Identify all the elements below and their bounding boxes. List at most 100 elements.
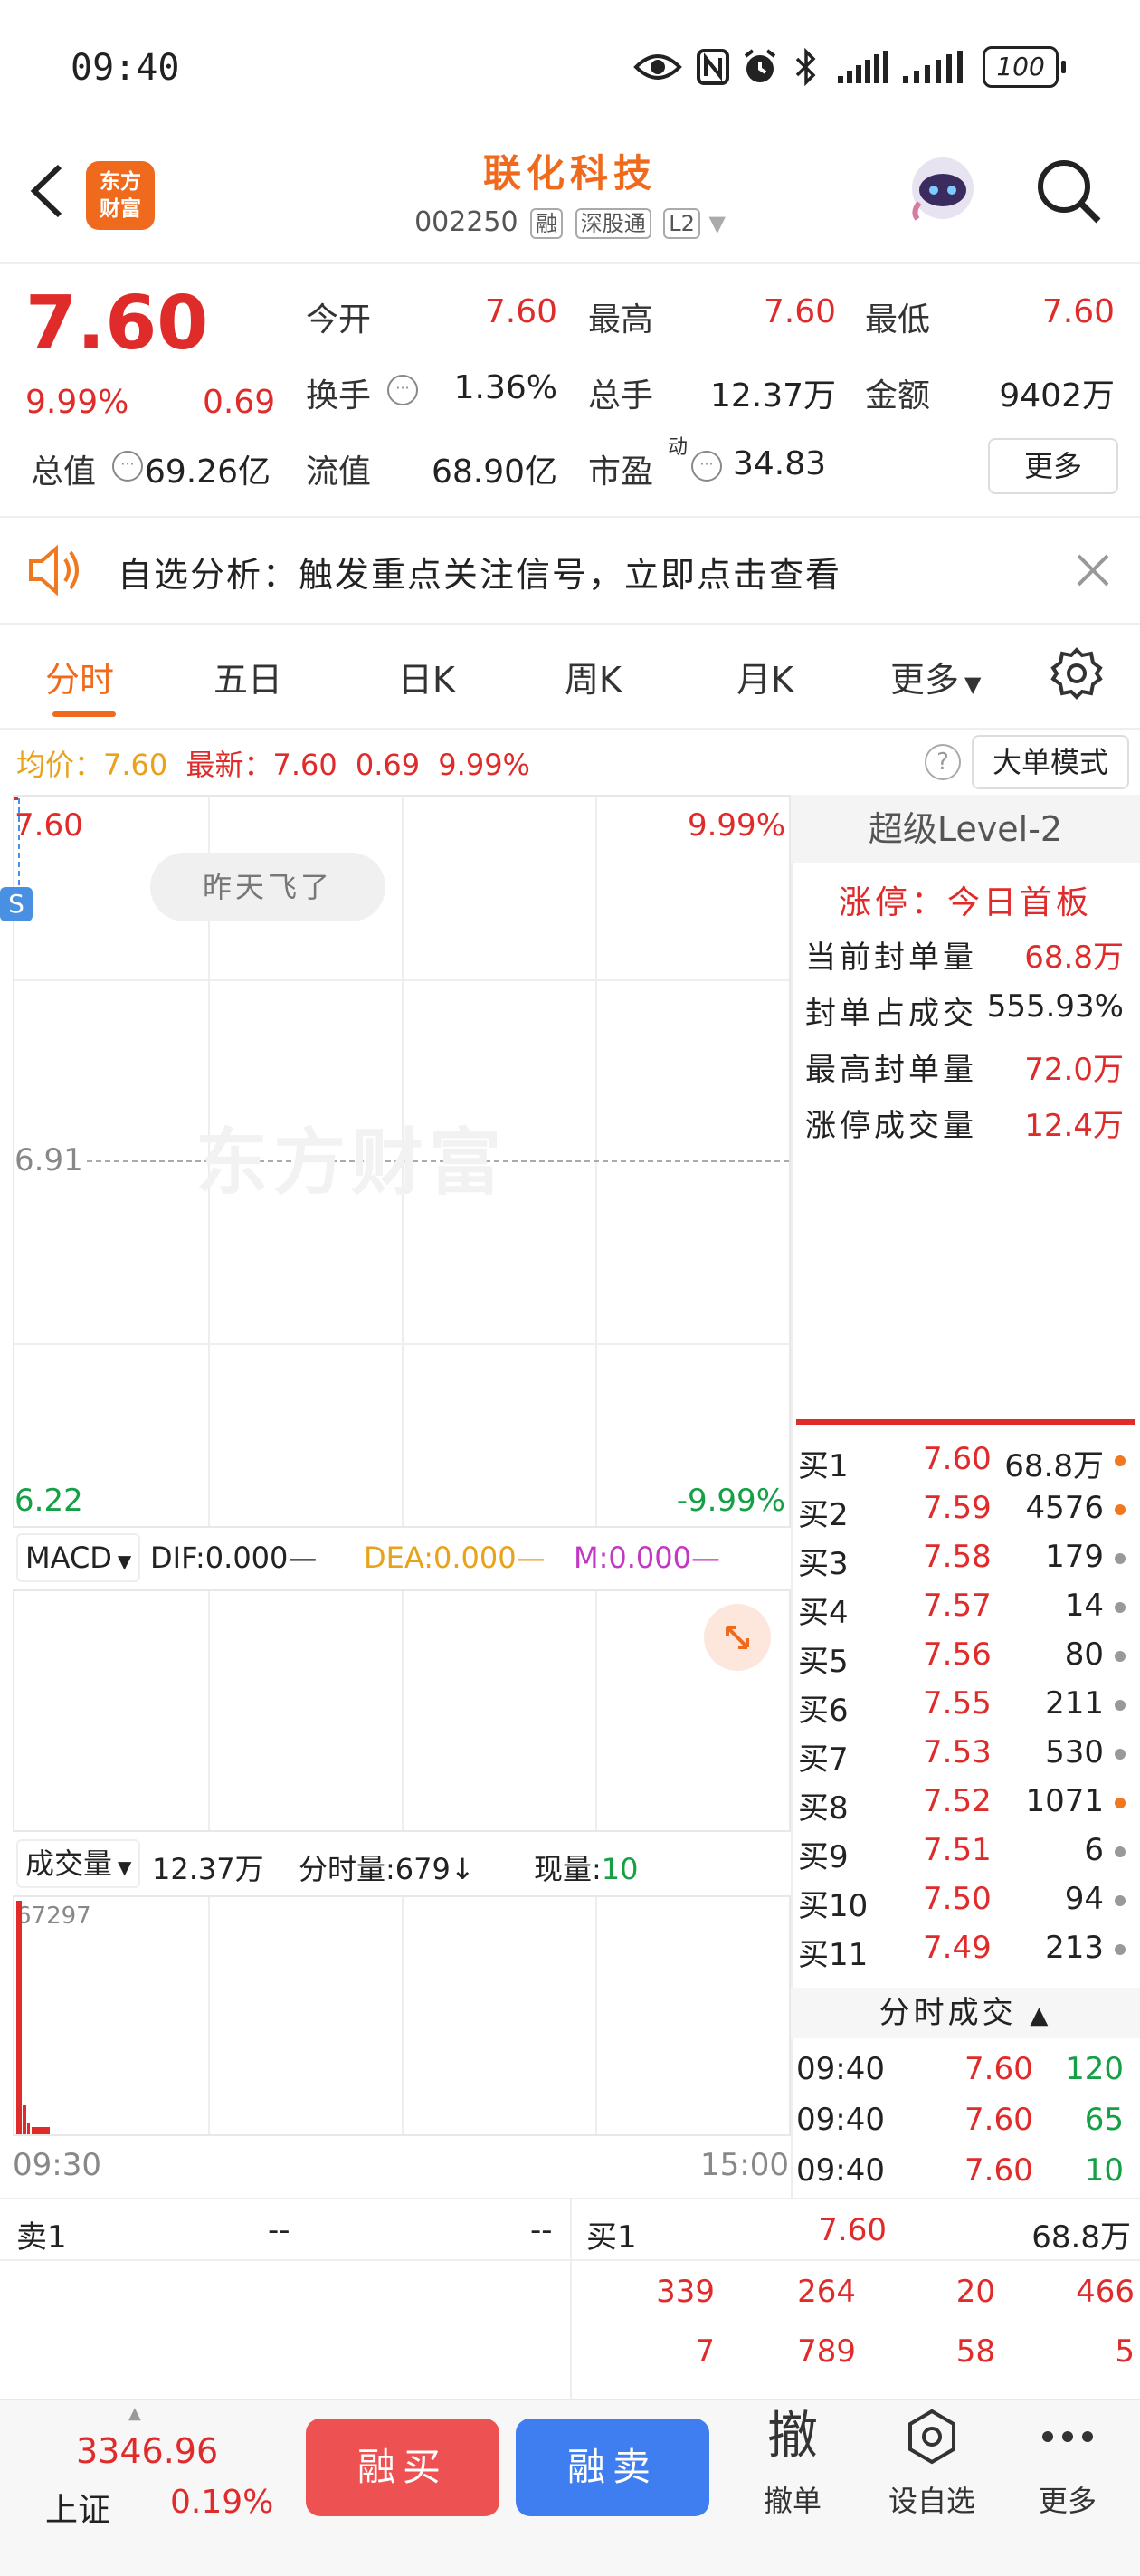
order-book-row[interactable]: 买6 7.55 211 (796, 1685, 1131, 1734)
high-label: 最高 (588, 301, 654, 339)
cancel-order-button[interactable]: 撤 撤单 (738, 2408, 847, 2520)
queue-order-volume: 7 (695, 2333, 715, 2370)
macd-selector[interactable]: MACD ▼ (16, 1533, 141, 1582)
back-button[interactable] (22, 159, 76, 223)
tab-monthly-k[interactable]: 月K (736, 652, 793, 701)
help-icon[interactable]: ? (925, 744, 961, 780)
info-icon[interactable]: ··· (387, 375, 418, 405)
float-mv-label: 流值 (306, 453, 372, 491)
order-volume: 211 (1045, 1685, 1104, 1722)
more-quote-button[interactable]: 更多 (988, 438, 1118, 494)
index-pct[interactable]: 0.19% (170, 2484, 273, 2521)
divider (0, 2259, 1140, 2261)
tag-margin: 融 (530, 208, 564, 239)
order-book-row[interactable]: 买4 7.57 14 (796, 1588, 1131, 1636)
search-button[interactable] (1031, 154, 1104, 226)
s-badge[interactable]: S (0, 887, 33, 921)
volume-minute-label: 分时量: (299, 1852, 395, 1886)
tab-intraday[interactable]: 分时 (45, 652, 114, 701)
tab-five-day[interactable]: 五日 (214, 652, 282, 701)
order-level-label: 买2 (798, 1497, 849, 1533)
margin-buy-button[interactable]: 融买 (306, 2419, 499, 2516)
high-value: 7.60 (763, 293, 836, 330)
settings-gear-icon[interactable] (1050, 646, 1104, 704)
dropdown-caret-icon[interactable]: ▼ (708, 211, 725, 236)
caret-up-icon: ▲ (128, 2404, 141, 2423)
footer-more-button[interactable]: 更多 (1013, 2408, 1122, 2520)
volume-header: 成交量 ▼ 12.37万 分时量:679↓ 现量:10 (13, 1832, 789, 1895)
order-volume: 179 (1045, 1539, 1104, 1575)
bottom-sell-price: -- (268, 2212, 290, 2248)
index-value[interactable]: 3346.96 (76, 2431, 218, 2471)
order-book-row[interactable]: 买2 7.59 4576 (796, 1490, 1131, 1539)
add-watchlist-button[interactable]: 设自选 (878, 2408, 986, 2520)
total-mv-label: 总值 (31, 453, 97, 491)
order-volume: 530 (1045, 1734, 1104, 1770)
bottom-buy-label: 买1 (586, 2219, 637, 2256)
expand-icon[interactable] (704, 1604, 771, 1671)
tab-weekly-k[interactable]: 周K (565, 652, 622, 701)
intraday-chart[interactable]: 东方财富 昨天飞了 7.60 9.99% 6.91 6.22 -9.99% (13, 795, 791, 1528)
robot-assistant-icon[interactable] (905, 148, 981, 224)
bottom-sell-label: 卖1 (16, 2219, 67, 2256)
macd-chart[interactable] (13, 1589, 791, 1832)
order-price: 7.52 (923, 1783, 992, 1819)
order-book-row[interactable]: 买1 7.60 68.8万 (796, 1441, 1131, 1490)
volume-selector[interactable]: 成交量 ▼ (16, 1839, 141, 1888)
order-dot-icon (1115, 1455, 1126, 1466)
tab-more-label: 更多 (890, 660, 960, 700)
avg-value: 7.60 (103, 748, 168, 782)
order-level-label: 买9 (798, 1839, 849, 1875)
order-book-row[interactable]: 买8 7.52 1071 (796, 1783, 1131, 1832)
order-book-row[interactable]: 买9 7.51 6 (796, 1832, 1131, 1881)
l2-row-value: 72.0万 (1024, 1052, 1124, 1088)
order-volume: 213 (1045, 1930, 1104, 1966)
tab-daily-k[interactable]: 日K (398, 652, 455, 701)
macd-dif: DIF:0.000— (150, 1541, 318, 1575)
bottom-buy-price: 7.60 (818, 2212, 887, 2248)
margin-sell-button[interactable]: 融卖 (516, 2419, 709, 2516)
level2-title[interactable]: 超级Level-2 (791, 795, 1140, 863)
order-level-label: 买11 (798, 1937, 869, 1973)
queue-order-volume: 466 (1076, 2274, 1135, 2310)
l2-row-value: 12.4万 (1024, 1108, 1124, 1144)
tab-active-indicator (52, 711, 116, 717)
info-icon-3[interactable]: ··· (691, 451, 722, 482)
divider (570, 2199, 572, 2399)
l2-row-label: 封单占成交 (805, 996, 977, 1032)
queue-order-volume: 58 (955, 2333, 995, 2370)
volume-axis-max: 67297 (16, 1903, 91, 1930)
queue-order-volume: 5 (1115, 2333, 1135, 2370)
close-icon[interactable] (1073, 550, 1113, 594)
chevron-left-icon (30, 164, 62, 218)
info-icon-2[interactable]: ··· (112, 451, 143, 482)
order-book-row[interactable]: 买7 7.53 530 (796, 1734, 1131, 1783)
search-icon (1038, 160, 1101, 224)
ticks-title: 分时成交 (879, 1995, 1017, 2031)
tick-time: 09:40 (796, 2152, 885, 2189)
tab-more[interactable]: 更多 ▼ (890, 652, 981, 701)
order-volume: 1071 (1025, 1783, 1104, 1819)
volume-chart[interactable]: 67297 (13, 1895, 791, 2136)
order-book-row[interactable]: 买3 7.58 179 (796, 1539, 1131, 1588)
volume-total: 12.37万 (152, 1852, 264, 1886)
order-price: 7.56 (923, 1636, 992, 1673)
last-label: 最新： (185, 748, 273, 782)
order-book-row[interactable]: 买10 7.50 94 (796, 1881, 1131, 1930)
order-price: 7.50 (923, 1881, 992, 1917)
bubble-tag[interactable]: 昨天飞了 (150, 853, 385, 921)
order-dot-icon (1115, 1749, 1126, 1760)
big-order-mode-button[interactable]: 大单模式 (972, 735, 1129, 789)
l2-row-value: 68.8万 (1024, 940, 1124, 976)
ticks-header[interactable]: 分时成交 ▲ (791, 1988, 1140, 2038)
order-volume: 80 (1064, 1636, 1104, 1673)
footer-more-label: 更多 (1038, 2484, 1097, 2518)
dropdown-caret-icon: ▼ (118, 1856, 132, 1878)
order-dot-icon (1115, 1700, 1126, 1711)
index-name[interactable]: 上证 (45, 2484, 110, 2531)
order-dot-icon (1115, 1798, 1126, 1808)
order-book-row[interactable]: 买11 7.49 213 (796, 1930, 1131, 1979)
notice-bar[interactable]: 自选分析：触发重点关注信号，立即点击查看 (0, 518, 1140, 623)
order-book-row[interactable]: 买5 7.56 80 (796, 1636, 1131, 1685)
order-book-divider (796, 1419, 1135, 1425)
